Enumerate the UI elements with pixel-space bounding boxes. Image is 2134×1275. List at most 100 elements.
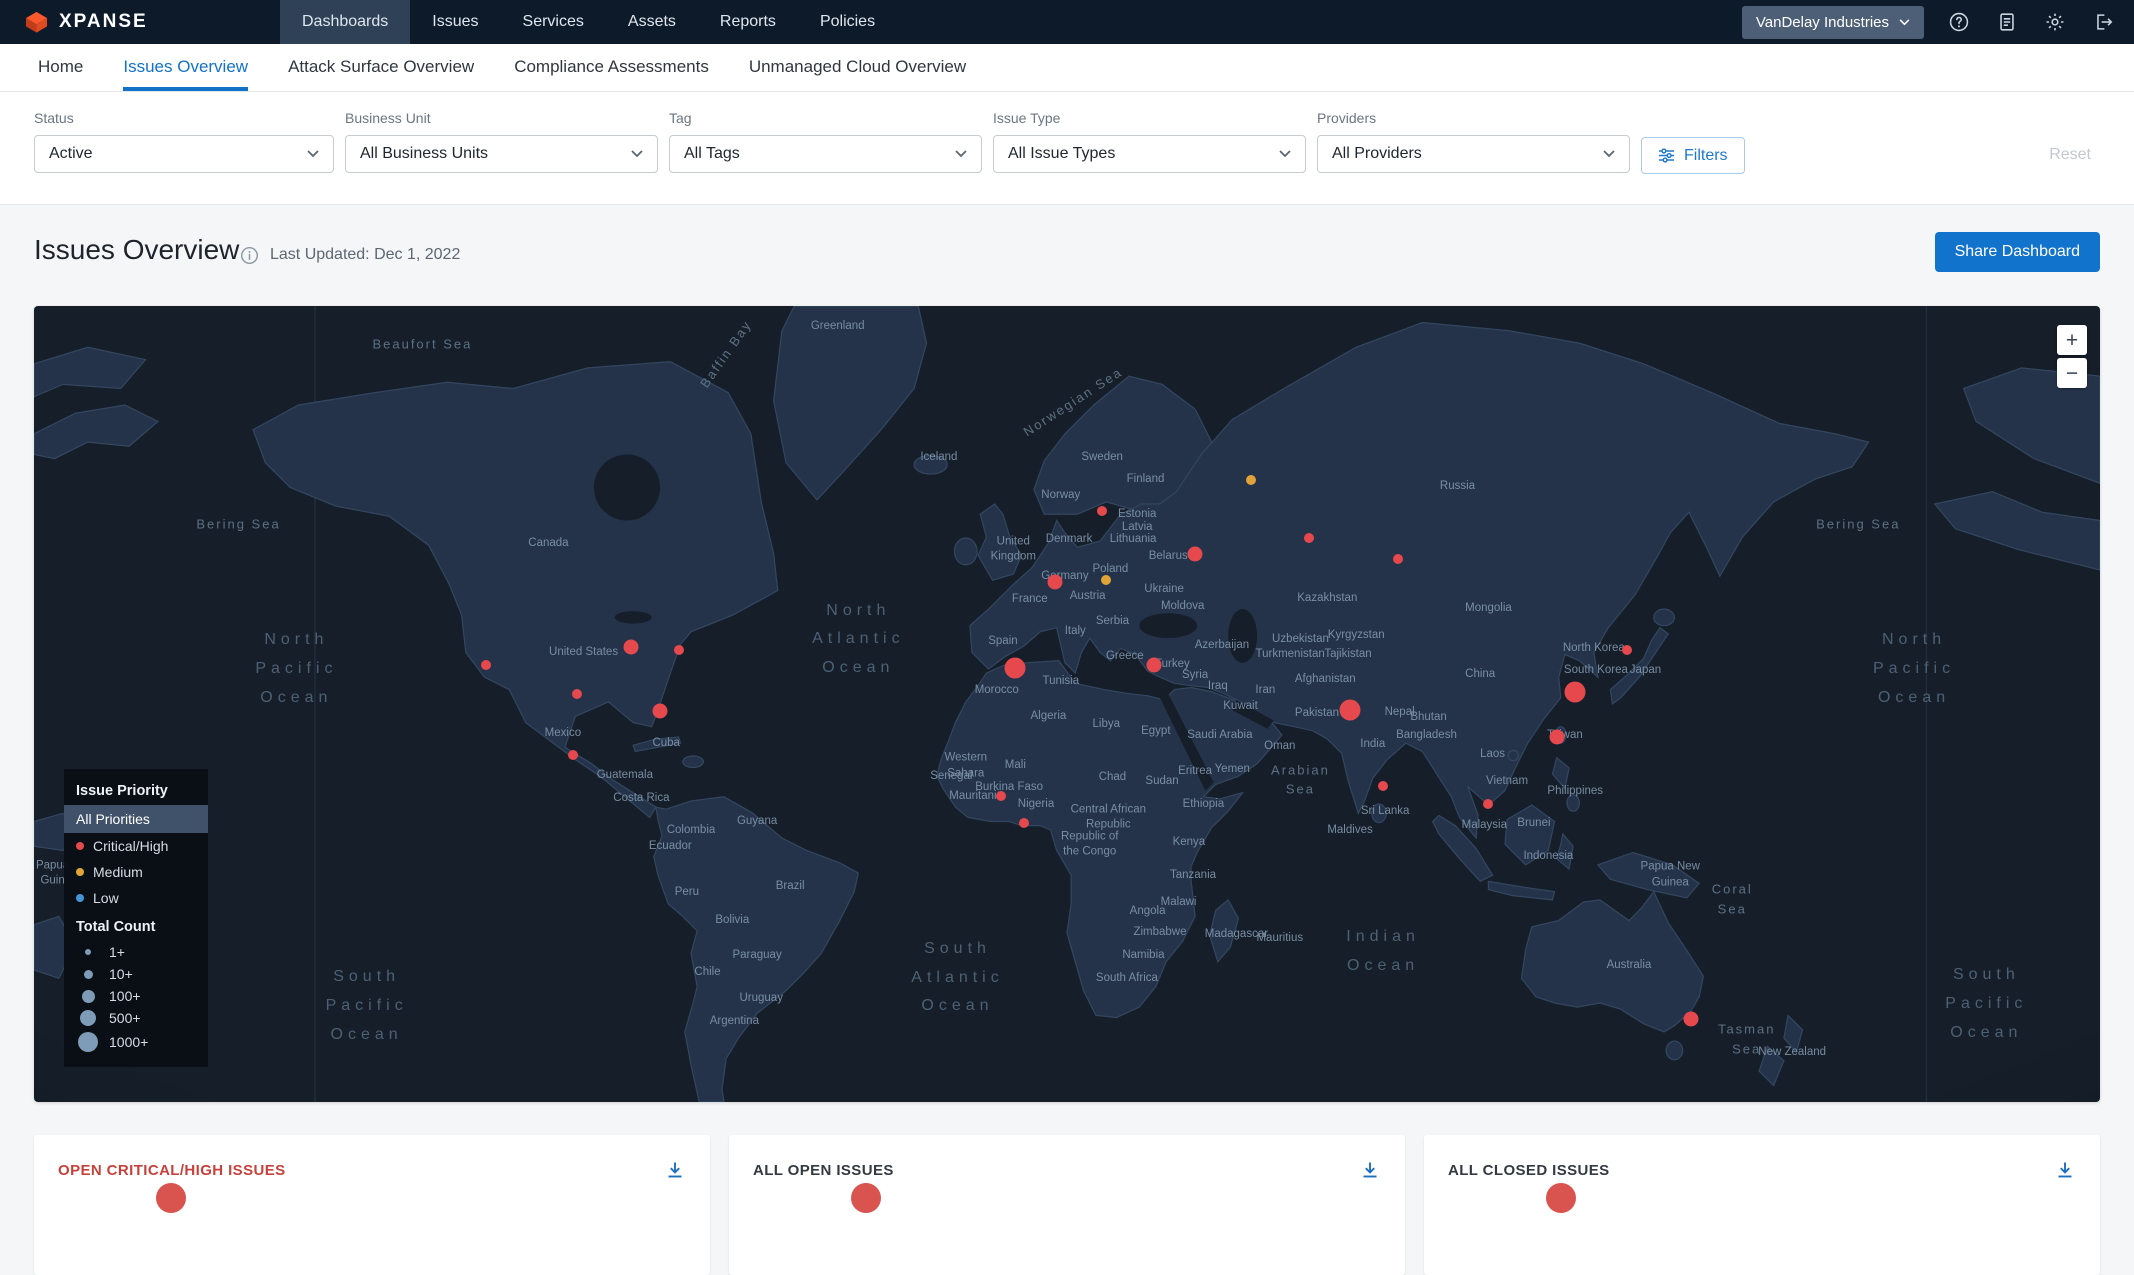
filter-select-status[interactable]: Active bbox=[34, 135, 334, 173]
zoom-out-button[interactable]: − bbox=[2057, 358, 2087, 388]
issue-point[interactable] bbox=[1483, 799, 1493, 809]
filter-bar: Status Active Business Unit All Business Un… bbox=[0, 92, 2134, 205]
nav-item-services[interactable]: Services bbox=[501, 0, 606, 44]
filter-label-tag: Tag bbox=[669, 110, 982, 126]
filters-icon bbox=[1658, 148, 1675, 163]
topnav: XPANSE DashboardsIssuesServicesAssetsRep… bbox=[0, 0, 2134, 44]
chevron-down-icon bbox=[307, 150, 319, 158]
issue-point[interactable] bbox=[1005, 658, 1026, 679]
filter-label-business-unit: Business Unit bbox=[345, 110, 658, 126]
nav-item-issues[interactable]: Issues bbox=[410, 0, 500, 44]
legend-priority-label: Critical/High bbox=[93, 838, 168, 854]
issue-point[interactable] bbox=[1188, 546, 1203, 561]
topnav-right: VanDelay Industries bbox=[1742, 0, 2134, 44]
brand[interactable]: XPANSE bbox=[0, 0, 280, 44]
info-icon bbox=[240, 246, 259, 265]
card-header: ALL CLOSED ISSUES bbox=[1424, 1135, 2100, 1181]
issue-point[interactable] bbox=[996, 791, 1006, 801]
count-dot-wrap bbox=[76, 970, 100, 979]
filter-select-business-unit[interactable]: All Business Units bbox=[345, 135, 658, 173]
priority-dot-icon bbox=[76, 894, 84, 902]
filter-tag: Tag All Tags bbox=[669, 110, 982, 173]
tab-home[interactable]: Home bbox=[38, 44, 83, 91]
legend-priority-low[interactable]: Low bbox=[64, 885, 208, 911]
issue-point[interactable] bbox=[1146, 657, 1161, 672]
filter-value-tag: All Tags bbox=[684, 145, 740, 163]
nav-item-assets[interactable]: Assets bbox=[606, 0, 698, 44]
filter-providers: ProvidersAll Providers bbox=[1317, 110, 1630, 173]
issue-point[interactable] bbox=[1622, 645, 1632, 655]
filter-label-status: Status bbox=[34, 110, 334, 126]
count-dot-icon bbox=[78, 1032, 98, 1052]
filter-select-providers[interactable]: All Providers bbox=[1317, 135, 1630, 173]
filter-select-issue-type[interactable]: All Issue Types bbox=[993, 135, 1306, 173]
tab-issues-overview[interactable]: Issues Overview bbox=[123, 44, 248, 91]
filter-fields: Status Active Business Unit All Business Un… bbox=[34, 110, 1630, 173]
legend-priority-medium[interactable]: Medium bbox=[64, 859, 208, 885]
issues-map[interactable]: North Pacific OceanNorth Atlantic OceanN… bbox=[34, 306, 2100, 1102]
count-dot-icon bbox=[82, 990, 95, 1003]
count-dot-icon bbox=[80, 1010, 96, 1026]
issue-point[interactable] bbox=[1047, 575, 1062, 590]
issue-point[interactable] bbox=[572, 689, 582, 699]
reset-button[interactable]: Reset bbox=[2043, 145, 2097, 165]
nav-item-policies[interactable]: Policies bbox=[798, 0, 897, 44]
issue-point[interactable] bbox=[1246, 475, 1256, 485]
filter-value-status: Active bbox=[49, 145, 93, 163]
issue-point[interactable] bbox=[1101, 575, 1111, 585]
issue-point[interactable] bbox=[1683, 1012, 1698, 1027]
card-title: OPEN CRITICAL/HIGH ISSUES bbox=[58, 1162, 286, 1179]
settings-icon[interactable] bbox=[2044, 11, 2066, 33]
issue-point[interactable] bbox=[1340, 700, 1361, 721]
filter-value-providers: All Providers bbox=[1332, 145, 1422, 163]
filter-value-issue-type: All Issue Types bbox=[1008, 145, 1115, 163]
issue-point[interactable] bbox=[1565, 682, 1586, 703]
world-map-canvas bbox=[34, 306, 2100, 1102]
filter-status: Status Active bbox=[34, 110, 334, 173]
brand-name: XPANSE bbox=[59, 11, 148, 33]
priority-dot-icon bbox=[76, 842, 84, 850]
filter-select-tag[interactable]: All Tags bbox=[669, 135, 982, 173]
count-dot-wrap bbox=[76, 949, 100, 955]
issue-point[interactable] bbox=[1097, 506, 1107, 516]
download-icon[interactable] bbox=[2054, 1159, 2076, 1181]
filter-business-unit: Business Unit All Business Units bbox=[345, 110, 658, 173]
share-dashboard-button[interactable]: Share Dashboard bbox=[1935, 232, 2100, 272]
tab-attack-surface-overview[interactable]: Attack Surface Overview bbox=[288, 44, 474, 91]
download-icon[interactable] bbox=[1359, 1159, 1381, 1181]
issue-point[interactable] bbox=[1378, 781, 1388, 791]
card-title: ALL OPEN ISSUES bbox=[753, 1162, 894, 1179]
issue-point[interactable] bbox=[568, 750, 578, 760]
filters-button-label: Filters bbox=[1684, 147, 1728, 165]
issue-point[interactable] bbox=[481, 660, 491, 670]
chevron-down-icon bbox=[955, 150, 967, 158]
signout-icon[interactable] bbox=[2092, 11, 2114, 33]
issue-point[interactable] bbox=[1304, 533, 1314, 543]
legend-title: Issue Priority bbox=[64, 775, 208, 805]
nav-item-dashboards[interactable]: Dashboards bbox=[280, 0, 410, 44]
legend-priority-critical-high[interactable]: Critical/High bbox=[64, 833, 208, 859]
nav-item-reports[interactable]: Reports bbox=[698, 0, 798, 44]
issue-point[interactable] bbox=[674, 645, 684, 655]
issue-point[interactable] bbox=[1549, 730, 1564, 745]
legend-count-10: 10+ bbox=[64, 963, 208, 985]
issue-point[interactable] bbox=[1019, 818, 1029, 828]
legend-all-priorities[interactable]: All Priorities bbox=[64, 805, 208, 833]
page-title: Issues Overview bbox=[34, 234, 239, 266]
tab-unmanaged-cloud-overview[interactable]: Unmanaged Cloud Overview bbox=[749, 44, 966, 91]
map-legend: Issue Priority All Priorities Critical/H… bbox=[64, 769, 208, 1067]
org-selector-button[interactable]: VanDelay Industries bbox=[1742, 6, 1924, 39]
help-icon[interactable] bbox=[1948, 11, 1970, 33]
issue-point[interactable] bbox=[1393, 554, 1403, 564]
filters-button[interactable]: Filters bbox=[1641, 137, 1745, 174]
legend-priorities: Critical/High MediumLow bbox=[64, 833, 208, 911]
issue-point[interactable] bbox=[624, 640, 639, 655]
tab-compliance-assessments[interactable]: Compliance Assessments bbox=[514, 44, 709, 91]
zoom-in-button[interactable]: + bbox=[2057, 325, 2087, 355]
report-icon[interactable] bbox=[1996, 11, 2018, 33]
chevron-down-icon bbox=[1603, 150, 1615, 158]
download-icon[interactable] bbox=[664, 1159, 686, 1181]
org-name: VanDelay Industries bbox=[1756, 14, 1889, 31]
summary-cards: OPEN CRITICAL/HIGH ISSUES ALL OPEN ISSUES… bbox=[34, 1135, 2100, 1275]
issue-point[interactable] bbox=[652, 704, 667, 719]
